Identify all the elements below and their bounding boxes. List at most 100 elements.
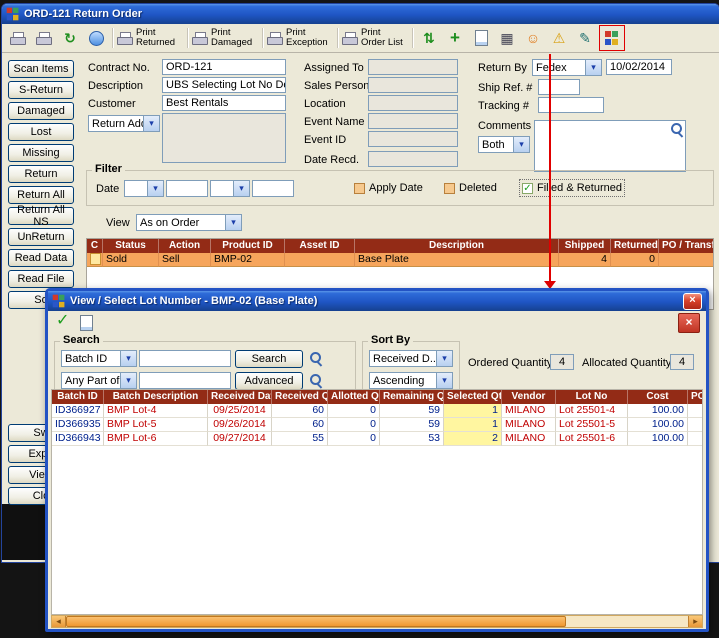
comments-mode-combo[interactable]: Both ▾ <box>478 136 530 153</box>
order-column-header[interactable]: Asset ID <box>285 239 355 253</box>
date-to-field[interactable] <box>252 180 294 197</box>
edit-icon[interactable]: ✎ <box>573 26 597 50</box>
main-titlebar[interactable]: ORD-121 Return Order <box>2 4 719 24</box>
horizontal-scrollbar[interactable]: ◂ ▸ <box>51 615 703 628</box>
order-column-header[interactable]: Returned <box>611 239 659 253</box>
lot-column-header[interactable]: Remaining Qty <box>380 390 444 404</box>
print-damaged-button[interactable]: Print Damaged <box>192 26 258 50</box>
return-date-field[interactable]: 10/02/2014 <box>606 59 672 75</box>
lot-column-header[interactable]: PO <box>688 390 702 404</box>
alert-icon[interactable]: ⚠ <box>547 26 571 50</box>
advanced-search-input[interactable] <box>139 372 231 389</box>
lot-table-row[interactable]: ID366927 BMP Lot-4 09/25/2014 60 0 59 1 MILANO L… <box>52 404 702 418</box>
scroll-left-arrow[interactable]: ◂ <box>52 616 66 627</box>
comments-box[interactable] <box>534 120 686 172</box>
print-preview-icon[interactable] <box>32 26 56 50</box>
order-column-header[interactable]: PO / Transf <box>659 239 713 253</box>
filled-returned-checkbox[interactable]: ✓ Filled & Returned <box>519 179 625 197</box>
advanced-button[interactable]: Advanced <box>235 372 303 390</box>
lot-column-header[interactable]: Vendor <box>502 390 556 404</box>
date-from-field[interactable] <box>166 180 208 197</box>
sidebar-button-unreturn[interactable]: UnReturn <box>8 228 74 246</box>
sidebar-button-read-data[interactable]: Read Data <box>8 249 74 267</box>
return-by-combo[interactable]: Fedex ▾ <box>532 59 602 76</box>
date-to-combo[interactable]: ▾ <box>210 180 250 197</box>
order-cell: BMP-02 <box>211 253 285 267</box>
refresh-icon[interactable]: ↻ <box>58 26 82 50</box>
description-field[interactable]: UBS Selecting Lot No Demo <box>162 77 286 93</box>
search-field-combo[interactable]: Batch ID ▾ <box>61 350 137 367</box>
date-from-combo[interactable]: ▾ <box>124 180 164 197</box>
report-icon[interactable] <box>80 315 93 331</box>
view-combo[interactable]: As on Order ▾ <box>136 214 242 231</box>
lot-column-header[interactable]: Received Qty <box>272 390 328 404</box>
sort-order-combo[interactable]: Ascending ▾ <box>369 372 453 389</box>
search-icon[interactable] <box>670 122 684 136</box>
search-button[interactable]: Search <box>235 350 303 368</box>
sidebar-button-s-return[interactable]: S-Return <box>8 81 74 99</box>
lot-column-header[interactable]: Allotted Qty <box>328 390 380 404</box>
deleted-checkbox[interactable]: Deleted <box>444 182 497 194</box>
sidebar-button-return-all[interactable]: Return All <box>8 186 74 204</box>
order-column-header[interactable]: C <box>87 239 103 253</box>
scrollbar-track[interactable] <box>566 616 688 627</box>
order-table-row[interactable]: Sold Sell BMP-02 Base Plate 4 0 <box>87 253 713 267</box>
lot-table-row[interactable]: ID366935 BMP Lot-5 09/26/2014 60 0 59 1 MILANO L… <box>52 418 702 432</box>
chevron-down-icon: ▾ <box>120 351 136 366</box>
sort-field-combo[interactable]: Received D... ▾ <box>369 350 453 367</box>
lot-table-row[interactable]: ID366943 BMP Lot-6 09/27/2014 55 0 53 2 MILANO L… <box>52 432 702 446</box>
lot-column-header[interactable]: Lot No <box>556 390 628 404</box>
description-label: Description <box>88 80 144 92</box>
add-icon[interactable]: + <box>443 26 467 50</box>
confirm-icon[interactable]: ✓ <box>56 313 69 329</box>
lot-column-header[interactable]: Batch ID <box>52 390 104 404</box>
lot-column-header[interactable]: Cost <box>628 390 688 404</box>
scroll-right-arrow[interactable]: ▸ <box>688 616 702 627</box>
calculator-icon[interactable]: ▦ <box>495 26 519 50</box>
contract-field[interactable]: ORD-121 <box>162 59 286 75</box>
toolbar-separator <box>112 28 113 48</box>
search-input[interactable] <box>139 350 231 367</box>
select-lot-number-icon[interactable] <box>599 25 625 51</box>
sidebar-button-lost[interactable]: Lost <box>8 123 74 141</box>
ordered-qty-field: 4 <box>550 354 574 370</box>
order-column-header[interactable]: Shipped <box>559 239 611 253</box>
smiley-icon[interactable]: ☺ <box>521 26 545 50</box>
sidebar-button-return[interactable]: Return <box>8 165 74 183</box>
copy-icon[interactable] <box>469 26 493 50</box>
search-icon[interactable] <box>309 351 323 365</box>
sidebar-button-scan-items[interactable]: Scan Items <box>8 60 74 78</box>
web-icon[interactable] <box>84 26 108 50</box>
order-cell <box>285 253 355 267</box>
lot-cell: Lot 25501-4 <box>556 404 628 418</box>
print-icon[interactable] <box>6 26 30 50</box>
scrollbar-thumb[interactable] <box>66 616 566 627</box>
lot-column-header[interactable]: Selected Qty <box>444 390 502 404</box>
sidebar-button-return-all-ns[interactable]: Return All NS <box>8 204 74 228</box>
apply-date-checkbox[interactable]: Apply Date <box>354 182 423 194</box>
customer-field[interactable]: Best Rentals <box>162 95 286 111</box>
lot-column-header[interactable]: Batch Description <box>104 390 208 404</box>
sidebar-button-damaged[interactable]: Damaged <box>8 102 74 120</box>
advanced-search-icon[interactable] <box>309 373 323 387</box>
return-addr-combo[interactable]: Return Addr ▾ <box>88 115 160 132</box>
order-column-header[interactable]: Status <box>103 239 159 253</box>
sidebar-button-read-file[interactable]: Read File <box>8 270 74 288</box>
cancel-button[interactable]: × <box>678 313 700 333</box>
order-column-header[interactable]: Action <box>159 239 211 253</box>
sidebar-button-missing[interactable]: Missing <box>8 144 74 162</box>
match-type-combo[interactable]: Any Part of ... ▾ <box>61 372 137 389</box>
order-cell: 4 <box>559 253 611 267</box>
close-button[interactable]: × <box>683 292 702 310</box>
order-column-header[interactable]: Product ID <box>211 239 285 253</box>
ship-ref-field[interactable] <box>538 79 580 95</box>
order-column-header[interactable]: Description <box>355 239 559 253</box>
print-exception-button[interactable]: Print Exception <box>267 26 333 50</box>
dialog-titlebar[interactable]: View / Select Lot Number - BMP-02 (Base … <box>48 291 706 311</box>
lot-column-header[interactable]: Received Date <box>208 390 272 404</box>
lot-cell: 09/27/2014 <box>208 432 272 446</box>
print-order-list-button[interactable]: Print Order List <box>342 26 408 50</box>
transfer-icon[interactable]: ⇅ <box>417 26 441 50</box>
tracking-field[interactable] <box>538 97 604 113</box>
print-returned-button[interactable]: Print Returned <box>117 26 183 50</box>
